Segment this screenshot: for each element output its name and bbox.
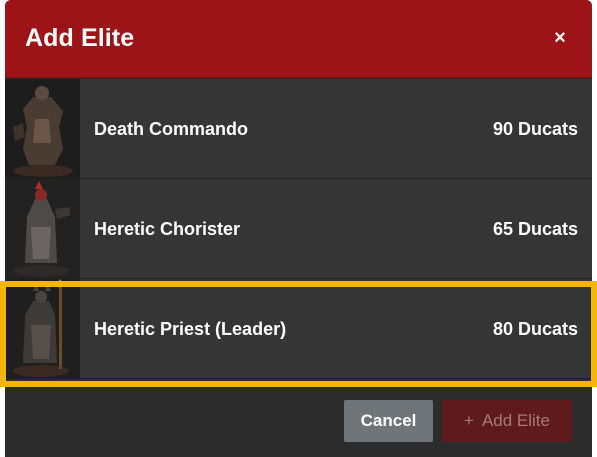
list-item-heretic-priest[interactable]: Heretic Priest (Leader) 80 Ducats — [5, 279, 592, 379]
add-elite-modal: Add Elite × Death Commando 90 Ducats Her… — [5, 0, 592, 457]
elite-name: Heretic Priest (Leader) — [94, 319, 287, 339]
list-item-death-commando[interactable]: Death Commando 90 Ducats — [5, 79, 592, 179]
elite-cost: 90 Ducats — [492, 119, 578, 139]
miniature-thumbnail — [5, 179, 80, 279]
elite-cost: 80 Ducats — [492, 319, 578, 339]
add-elite-button[interactable]: + Add Elite — [442, 400, 572, 442]
miniature-thumbnail — [5, 79, 80, 179]
close-icon[interactable]: × — [549, 26, 571, 50]
elite-name: Heretic Chorister — [94, 219, 241, 239]
elite-cost: 65 Ducats — [492, 219, 578, 239]
cancel-button[interactable]: Cancel — [344, 400, 433, 442]
plus-icon: + — [464, 411, 474, 430]
list-item-heretic-chorister[interactable]: Heretic Chorister 65 Ducats — [5, 179, 592, 279]
miniature-thumbnail — [5, 279, 80, 379]
add-elite-label: Add Elite — [481, 411, 550, 430]
elite-name: Death Commando — [94, 119, 249, 139]
modal-footer: Cancel + Add Elite — [5, 379, 592, 457]
modal-header: Add Elite × — [5, 0, 592, 78]
modal-title: Add Elite — [25, 24, 135, 52]
